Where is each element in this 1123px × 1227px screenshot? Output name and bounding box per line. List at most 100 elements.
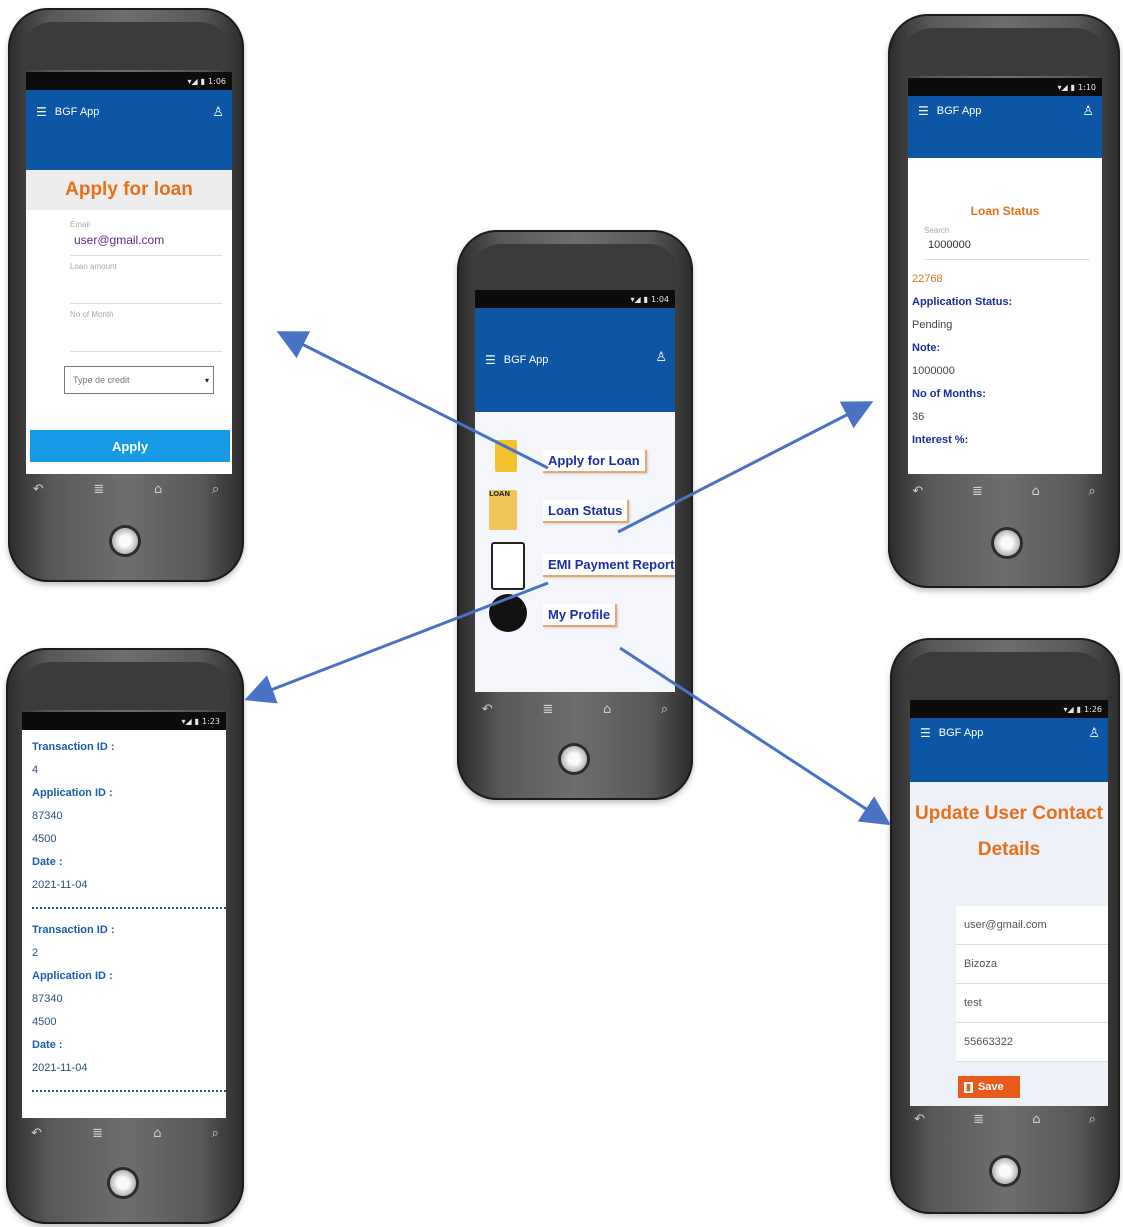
date-label: Date : [32, 1039, 63, 1051]
profile-avatar-icon [489, 594, 527, 632]
search-label: Search [924, 226, 950, 235]
save-button[interactable]: ▮ Save [958, 1076, 1020, 1098]
user-icon[interactable]: ♙ [212, 105, 224, 120]
signal-icon: ▾◢ [1063, 704, 1074, 714]
credit-type-value: Type de credit [73, 375, 130, 385]
home-icon[interactable]: ⌂ [154, 482, 162, 497]
app-title: BGF App [54, 106, 100, 118]
status-details: 22768 Application Status: Pending Note: … [908, 260, 1102, 452]
report-entry: Transaction ID : 2 Application ID : 8734… [32, 919, 226, 1092]
menu-lines-icon[interactable]: ≣ [93, 482, 104, 497]
hardware-home-button[interactable] [994, 530, 1020, 556]
loan-document-icon: LOAN [489, 490, 517, 530]
loan-amount-field[interactable] [70, 271, 222, 304]
menu-emi-payment-report[interactable]: EMI Payment Report [543, 554, 675, 577]
hamburger-menu-icon[interactable]: ☰ [918, 104, 929, 118]
clock: 1:10 [1078, 82, 1096, 92]
screen-update-profile: ▾◢ ▮ 1:26 ☰ BGF App ♙ Update User Contac… [910, 700, 1108, 1106]
email-label: Email [70, 220, 91, 229]
search-icon[interactable]: ⌕ [1088, 484, 1095, 499]
menu-my-profile[interactable]: My Profile [543, 604, 618, 627]
application-id-value: 87340 [32, 993, 63, 1005]
home-icon[interactable]: ⌂ [1031, 484, 1039, 499]
credit-type-select[interactable]: Type de credit ▾ [64, 366, 214, 394]
report-entry: Transaction ID : 4 Application ID : 8734… [32, 736, 226, 909]
page-header: Apply for loan [26, 170, 232, 210]
transaction-id-label: Transaction ID : [32, 924, 115, 936]
app-title: BGF App [936, 105, 982, 117]
user-icon[interactable]: ♙ [655, 350, 667, 365]
home-icon[interactable]: ⌂ [1032, 1112, 1040, 1127]
hardware-home-button[interactable] [112, 528, 138, 554]
status-bar: ▾◢ ▮ 1:06 [26, 72, 232, 90]
signal-icon: ▾◢ [630, 294, 641, 304]
search-icon[interactable]: ⌕ [1089, 1112, 1096, 1127]
months-label: No of Months: [912, 388, 986, 400]
entry-divider [32, 1090, 226, 1092]
phone-earpiece [904, 652, 1106, 700]
application-id-label: Application ID : [32, 787, 113, 799]
back-icon[interactable]: ↶ [33, 482, 44, 497]
menu-lines-icon[interactable]: ≣ [972, 484, 983, 499]
apply-button[interactable]: Apply [30, 430, 230, 462]
amount-value: 4500 [32, 1016, 57, 1028]
first-name-field[interactable]: Bizoza [956, 945, 1108, 984]
back-icon[interactable]: ↶ [914, 1112, 925, 1127]
battery-icon: ▮ [200, 76, 206, 86]
note-label: Note: [912, 342, 941, 354]
battery-icon: ▮ [1070, 82, 1076, 92]
back-icon[interactable]: ↶ [482, 702, 493, 717]
nav-keys: ↶ ≣ ⌂ ⌕ [6, 1126, 244, 1141]
hamburger-menu-icon[interactable]: ☰ [36, 105, 47, 119]
email-field[interactable]: user@gmail.com [956, 906, 1108, 945]
signal-icon: ▾◢ [181, 716, 192, 726]
hardware-home-button[interactable] [992, 1158, 1018, 1184]
back-icon[interactable]: ↶ [31, 1126, 42, 1141]
months-field[interactable] [70, 319, 222, 352]
email-field[interactable]: user@gmail.com [70, 229, 222, 256]
menu-lines-icon[interactable]: ≣ [542, 702, 553, 717]
phone-earpiece [22, 22, 230, 70]
menu-lines-icon[interactable]: ≣ [92, 1126, 103, 1141]
save-label: Save [977, 1081, 1004, 1093]
application-status-label: Application Status: [912, 296, 1013, 308]
signal-icon: ▾◢ [187, 76, 198, 86]
phone-loan-status: ▾◢ ▮ 1:10 ☰ BGF App ♙ Loan Status Search… [888, 14, 1120, 588]
menu-lines-icon[interactable]: ≣ [973, 1112, 984, 1127]
phone-earpiece [902, 28, 1106, 76]
clock: 1:23 [202, 716, 220, 726]
clipboard-icon [491, 542, 525, 590]
hamburger-menu-icon[interactable]: ☰ [920, 726, 931, 740]
menu-loan-status[interactable]: Loan Status [543, 500, 630, 523]
hamburger-menu-icon[interactable]: ☰ [485, 353, 496, 367]
transaction-id-value: 4 [32, 764, 39, 776]
note-value: 1000000 [912, 365, 955, 377]
hardware-home-button[interactable] [110, 1170, 136, 1196]
home-icon[interactable]: ⌂ [603, 702, 611, 717]
nav-keys: ↶ ≣ ⌂ ⌕ [457, 702, 693, 717]
status-bar: ▾◢ ▮ 1:23 [22, 712, 226, 730]
menu-apply-for-loan[interactable]: Apply for Loan [543, 450, 647, 473]
transaction-id-value: 2 [32, 947, 39, 959]
app-bar: ☰ BGF App ♙ [910, 718, 1108, 782]
search-icon[interactable]: ⌕ [212, 482, 219, 497]
back-icon[interactable]: ↶ [912, 484, 923, 499]
last-name-field[interactable]: test [956, 984, 1108, 1023]
search-icon[interactable]: ⌕ [212, 1126, 219, 1141]
date-label: Date : [32, 856, 63, 868]
user-icon[interactable]: ♙ [1082, 104, 1094, 119]
app-bar: ☰ BGF App ♙ [908, 96, 1102, 158]
search-input[interactable]: 1000000 [924, 235, 1090, 260]
phone-home: ▾◢ ▮ 1:04 ☰ BGF App ♙ LOAN Apply for Loa… [457, 230, 693, 800]
battery-icon: ▮ [194, 716, 200, 726]
home-icon[interactable]: ⌂ [153, 1126, 161, 1141]
signal-icon: ▾◢ [1057, 82, 1068, 92]
user-icon[interactable]: ♙ [1088, 726, 1100, 741]
phone-field[interactable]: 55663322 [956, 1023, 1108, 1062]
application-id-value: 87340 [32, 810, 63, 822]
document-icon [495, 440, 517, 472]
dropdown-arrow-icon: ▾ [204, 375, 209, 385]
search-block: Search 1000000 [908, 218, 1102, 260]
search-icon[interactable]: ⌕ [661, 702, 668, 717]
hardware-home-button[interactable] [561, 746, 587, 772]
